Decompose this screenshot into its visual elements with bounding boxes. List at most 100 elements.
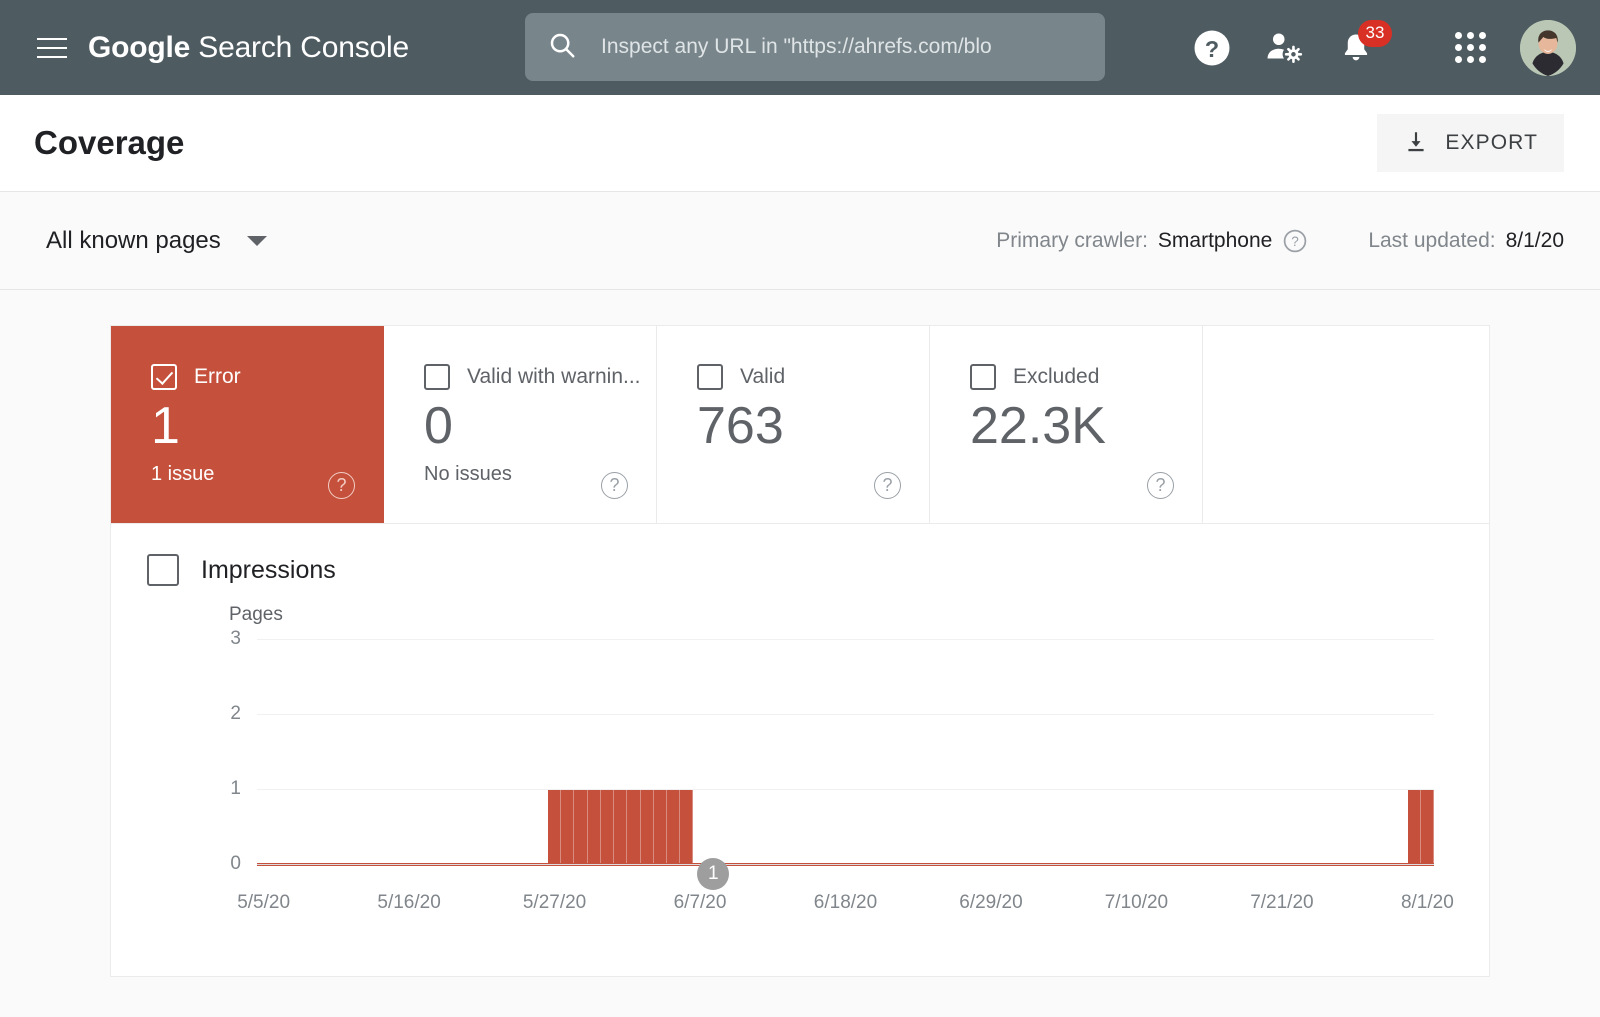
filter-bar: All known pages Primary crawler: Smartph… <box>0 192 1600 290</box>
card-header: Excluded <box>970 364 1202 390</box>
brand-google: Google <box>88 30 191 64</box>
help-icon[interactable]: ? <box>601 472 628 499</box>
page-filter-dropdown[interactable]: All known pages <box>46 227 267 255</box>
card-label: Excluded <box>1013 365 1100 388</box>
chart-bar[interactable] <box>666 790 681 865</box>
svg-text:?: ? <box>1292 233 1300 248</box>
card-value: 1 <box>151 397 180 455</box>
chart-bar[interactable] <box>627 790 641 865</box>
last-updated-info: Last updated: 8/1/20 <box>1368 229 1564 253</box>
chart-bar[interactable] <box>680 790 694 865</box>
svg-text:?: ? <box>1205 36 1219 62</box>
primary-crawler-info: Primary crawler: Smartphone ? <box>996 228 1308 254</box>
impressions-toggle[interactable]: Impressions <box>111 524 336 586</box>
chart-x-tick-label: 5/16/20 <box>377 892 441 913</box>
chart-plot-area: 0 1 2 3 <box>230 628 1434 874</box>
search-placeholder: Inspect any URL in "https://ahrefs.com/b… <box>601 35 992 58</box>
chart-gridline: 1 <box>230 778 1434 799</box>
export-label: EXPORT <box>1445 131 1538 154</box>
chart-bar[interactable] <box>547 790 562 865</box>
valid-checkbox[interactable] <box>697 364 723 390</box>
status-card-valid[interactable]: Valid 763 ? <box>657 326 930 523</box>
card-header: Valid <box>697 364 929 390</box>
impressions-checkbox[interactable] <box>147 554 179 586</box>
crawler-meta: Primary crawler: Smartphone ? Last updat… <box>996 228 1564 254</box>
status-card-excluded[interactable]: Excluded 22.3K ? <box>930 326 1203 523</box>
help-icon[interactable]: ? <box>1147 472 1174 499</box>
brand-product: Search Console <box>190 30 409 64</box>
chart-bar[interactable] <box>561 790 575 865</box>
hamburger-menu-icon[interactable] <box>30 26 74 70</box>
content-area: Error 1 1 issue ? Valid with warnin... 0… <box>0 290 1600 1017</box>
page-title-bar: Coverage EXPORT <box>0 95 1600 192</box>
crawler-value: Smartphone <box>1157 228 1273 252</box>
chart-gridline: 3 <box>230 628 1434 649</box>
download-icon <box>1403 129 1429 158</box>
notification-count-badge: 33 <box>1358 19 1392 47</box>
chart-bars <box>257 640 1434 865</box>
export-button[interactable]: EXPORT <box>1377 114 1564 172</box>
chart-y-tick-label: 0 <box>230 853 241 874</box>
chart-bar[interactable] <box>1420 790 1434 865</box>
url-inspection-search[interactable]: Inspect any URL in "https://ahrefs.com/b… <box>525 13 1105 81</box>
valid-with-warnings-checkbox[interactable] <box>424 364 450 390</box>
chevron-down-icon <box>246 235 267 246</box>
help-icon[interactable]: ? <box>1176 12 1248 84</box>
card-value: 22.3K <box>970 397 1106 455</box>
chart-x-tick-label: 6/7/20 <box>673 892 727 913</box>
updated-value: 8/1/20 <box>1505 228 1564 252</box>
page-title: Coverage <box>34 124 185 161</box>
chart-bar[interactable] <box>574 790 588 865</box>
help-icon[interactable]: ? <box>874 472 901 499</box>
chart-x-tick-label: 7/10/20 <box>1104 892 1169 913</box>
crawler-prefix: Primary crawler: <box>996 228 1148 252</box>
chart-bar[interactable] <box>614 790 628 865</box>
status-card-row: Error 1 1 issue ? Valid with warnin... 0… <box>111 326 1489 524</box>
card-header: Valid with warnin... <box>424 364 656 390</box>
user-avatar[interactable] <box>1520 19 1576 76</box>
chart-y-tick-label: 2 <box>230 703 241 725</box>
help-icon[interactable]: ? <box>328 472 355 499</box>
notification-bell-icon[interactable]: 33 <box>1320 12 1392 84</box>
card-value: 0 <box>424 397 453 455</box>
apps-grid-icon[interactable] <box>1434 12 1506 84</box>
chart-bar[interactable] <box>640 790 654 865</box>
coverage-chart: Pages 0 1 2 3 5/5/20 5/16/20 5/27/20 6/7/20 6/1… <box>111 604 1489 964</box>
status-card-empty-space <box>1203 326 1489 523</box>
chart-bar[interactable] <box>653 790 667 865</box>
search-icon <box>547 30 577 65</box>
chart-x-tick-label: 8/1/20 <box>1400 892 1454 913</box>
chart-gridline: 2 <box>230 703 1434 724</box>
chart-annotation-marker[interactable]: 1 <box>697 858 730 890</box>
chart-bar[interactable] <box>1407 790 1421 865</box>
status-card-error[interactable]: Error 1 1 issue ? <box>111 326 384 523</box>
chart-y-axis-title: Pages <box>229 604 283 625</box>
page-filter-label: All known pages <box>46 226 221 254</box>
chart-x-tick-label: 6/18/20 <box>813 892 878 913</box>
card-label: Error <box>194 365 241 388</box>
account-settings-icon[interactable] <box>1248 12 1320 84</box>
chart-y-tick-label: 3 <box>230 628 241 649</box>
status-card-valid-with-warnings[interactable]: Valid with warnin... 0 No issues ? <box>384 326 657 523</box>
card-header: Error <box>151 364 383 390</box>
chart-bar[interactable] <box>587 790 601 865</box>
impressions-label: Impressions <box>201 555 336 584</box>
chart-bar[interactable] <box>600 790 615 865</box>
chart-x-tick-label: 6/29/20 <box>959 892 1023 913</box>
chart-x-tick-label: 7/21/20 <box>1250 892 1314 913</box>
app-header: Google Search Console Inspect any URL in… <box>0 0 1600 95</box>
chart-gridline: 0 <box>230 853 1434 874</box>
coverage-panel: Error 1 1 issue ? Valid with warnin... 0… <box>110 325 1490 977</box>
header-actions: ? 33 <box>1176 0 1576 95</box>
card-label: Valid <box>740 365 786 388</box>
card-value: 763 <box>697 397 784 455</box>
excluded-checkbox[interactable] <box>970 364 996 390</box>
chart-x-axis-labels: 5/5/20 5/16/20 5/27/20 6/7/20 6/18/20 6/29/20… <box>237 858 1454 922</box>
error-checkbox[interactable] <box>151 364 177 390</box>
card-label: Valid with warnin... <box>467 365 641 388</box>
chart-x-tick-label: 5/5/20 <box>237 892 291 913</box>
app-brand: Google Search Console <box>88 31 409 65</box>
updated-prefix: Last updated: <box>1368 228 1496 252</box>
help-icon[interactable]: ? <box>1282 228 1308 254</box>
chart-y-tick-label: 1 <box>230 778 241 800</box>
